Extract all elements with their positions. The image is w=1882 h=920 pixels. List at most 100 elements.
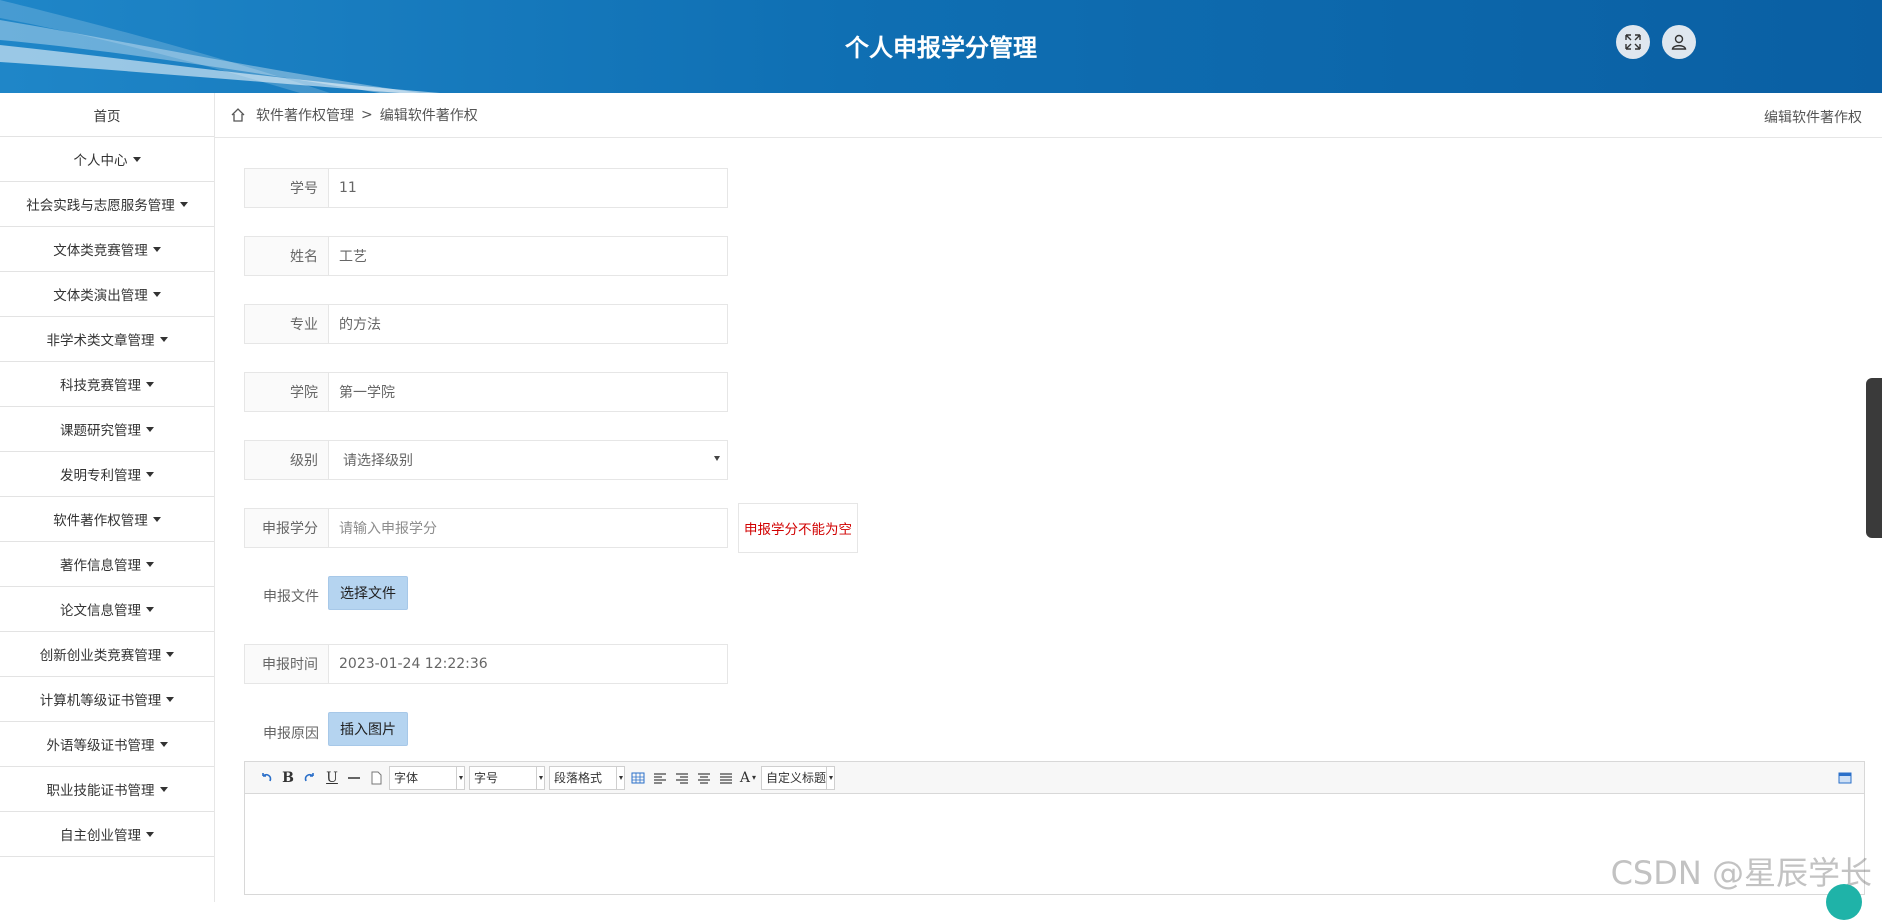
caret-down-icon <box>146 607 154 612</box>
college-input[interactable]: 第一学院 <box>328 372 728 412</box>
sidebar-item-label: 发明专利管理 <box>60 464 141 484</box>
student-id-row: 学号 11 <box>244 168 728 208</box>
side-drawer-tab[interactable] <box>1866 378 1882 538</box>
sidebar-item-tech-competition[interactable]: 科技竞赛管理 <box>0 362 214 407</box>
time-input[interactable]: 2023-01-24 12:22:36 <box>328 644 728 684</box>
sidebar-item-non-academic-articles[interactable]: 非学术类文章管理 <box>0 317 214 362</box>
font-family-select[interactable]: 字体 <box>389 766 465 790</box>
sidebar-item-publications[interactable]: 著作信息管理 <box>0 542 214 587</box>
sidebar-item-vocational-certificates[interactable]: 职业技能证书管理 <box>0 767 214 812</box>
paragraph-format-select[interactable]: 段落格式 <box>549 766 625 790</box>
sidebar-item-label: 自主创业管理 <box>60 824 141 844</box>
page-title: 个人申报学分管理 <box>0 28 1882 63</box>
section-title: 编辑软件著作权 <box>1764 107 1862 127</box>
level-select-value: 请选择级别 <box>343 450 413 470</box>
caret-down-icon <box>133 157 141 162</box>
sidebar-item-performance[interactable]: 文体类演出管理 <box>0 272 214 317</box>
expand-arrows-icon <box>1624 33 1642 51</box>
breadcrumb: 软件著作权管理 > 编辑软件著作权 编辑软件著作权 <box>215 93 1882 138</box>
bold-button[interactable]: B <box>277 767 299 789</box>
editor-toolbar: B U 字体 字号 段落格式 A▾ 自定义标题 <box>245 762 1864 794</box>
caret-down-icon <box>166 652 174 657</box>
chevron-down-icon <box>826 767 834 789</box>
sidebar-item-social-practice[interactable]: 社会实践与志愿服务管理 <box>0 182 214 227</box>
sidebar-item-label: 论文信息管理 <box>60 599 141 619</box>
caret-down-icon <box>146 427 154 432</box>
sidebar-item-language-certificates[interactable]: 外语等级证书管理 <box>0 722 214 767</box>
major-row: 专业 的方法 <box>244 304 728 344</box>
name-label: 姓名 <box>244 236 328 276</box>
credit-error-message: 申报学分不能为空 <box>738 503 858 553</box>
sidebar-item-label: 课题研究管理 <box>60 419 141 439</box>
caret-down-icon <box>146 832 154 837</box>
font-size-select[interactable]: 字号 <box>469 766 545 790</box>
custom-title-select[interactable]: 自定义标题 <box>761 766 835 790</box>
user-menu-button[interactable] <box>1662 25 1696 59</box>
breadcrumb-separator: > <box>361 107 373 123</box>
sidebar-item-label: 文体类竞赛管理 <box>53 239 148 259</box>
sidebar-item-research-projects[interactable]: 课题研究管理 <box>0 407 214 452</box>
sidebar-item-software-copyright[interactable]: 软件著作权管理 <box>0 497 214 542</box>
credit-input[interactable]: 请输入申报学分 <box>328 508 728 548</box>
font-family-value: 字体 <box>394 769 418 786</box>
horizontal-rule-icon[interactable] <box>343 767 365 789</box>
sidebar-item-computer-certificates[interactable]: 计算机等级证书管理 <box>0 677 214 722</box>
major-label: 专业 <box>244 304 328 344</box>
font-color-button[interactable]: A▾ <box>737 767 759 789</box>
header-bar: 个人申报学分管理 <box>0 0 1882 93</box>
sidebar-item-label: 文体类演出管理 <box>53 284 148 304</box>
align-justify-icon[interactable] <box>715 767 737 789</box>
home-icon[interactable] <box>230 107 246 123</box>
choose-file-button[interactable]: 选择文件 <box>328 576 408 610</box>
major-input[interactable]: 的方法 <box>328 304 728 344</box>
reason-label: 申报原因 <box>263 723 319 743</box>
align-right-icon[interactable] <box>671 767 693 789</box>
sidebar-item-patents[interactable]: 发明专利管理 <box>0 452 214 497</box>
align-center-icon[interactable] <box>693 767 715 789</box>
sidebar-item-innovation-competition[interactable]: 创新创业类竞赛管理 <box>0 632 214 677</box>
undo-icon[interactable] <box>255 767 277 789</box>
redo-icon[interactable] <box>299 767 321 789</box>
breadcrumb-parent-link[interactable]: 软件著作权管理 <box>256 105 354 125</box>
table-icon[interactable] <box>627 767 649 789</box>
student-id-input[interactable]: 11 <box>328 168 728 208</box>
caret-down-icon <box>146 472 154 477</box>
sidebar-item-home[interactable]: 首页 <box>0 93 214 137</box>
name-row: 姓名 工艺 <box>244 236 728 276</box>
font-size-value: 字号 <box>474 769 498 786</box>
sidebar-item-personal-center[interactable]: 个人中心 <box>0 137 214 182</box>
font-color-label: A <box>740 770 750 786</box>
caret-down-icon <box>146 382 154 387</box>
breadcrumb-current: 编辑软件著作权 <box>380 105 478 125</box>
select-arrow-icon <box>714 456 720 461</box>
caret-down-icon <box>160 787 168 792</box>
caret-down-icon <box>153 247 161 252</box>
sidebar-item-papers[interactable]: 论文信息管理 <box>0 587 214 632</box>
credit-label: 申报学分 <box>244 508 328 548</box>
fullscreen-editor-icon[interactable] <box>1834 767 1856 789</box>
name-input[interactable]: 工艺 <box>328 236 728 276</box>
align-left-icon[interactable] <box>649 767 671 789</box>
sidebar-item-entrepreneurship[interactable]: 自主创业管理 <box>0 812 214 857</box>
level-row: 级别 请选择级别 <box>244 440 728 480</box>
sidebar-item-label: 职业技能证书管理 <box>47 779 155 799</box>
file-label: 申报文件 <box>263 586 319 606</box>
student-id-label: 学号 <box>244 168 328 208</box>
document-icon[interactable] <box>365 767 387 789</box>
sidebar-item-label: 科技竞赛管理 <box>60 374 141 394</box>
fullscreen-button[interactable] <box>1616 25 1650 59</box>
time-label: 申报时间 <box>244 644 328 684</box>
level-select[interactable]: 请选择级别 <box>328 440 728 480</box>
sidebar-item-label: 首页 <box>94 105 121 125</box>
caret-down-icon <box>160 742 168 747</box>
insert-image-button[interactable]: 插入图片 <box>328 712 408 746</box>
sidebar-item-label: 个人中心 <box>74 149 128 169</box>
time-row: 申报时间 2023-01-24 12:22:36 <box>244 644 728 684</box>
caret-down-icon <box>166 697 174 702</box>
sidebar-item-sports-competition[interactable]: 文体类竞赛管理 <box>0 227 214 272</box>
college-label: 学院 <box>244 372 328 412</box>
floating-action-button[interactable] <box>1826 884 1862 920</box>
caret-down-icon <box>153 292 161 297</box>
custom-title-value: 自定义标题 <box>766 769 826 786</box>
underline-button[interactable]: U <box>321 767 343 789</box>
